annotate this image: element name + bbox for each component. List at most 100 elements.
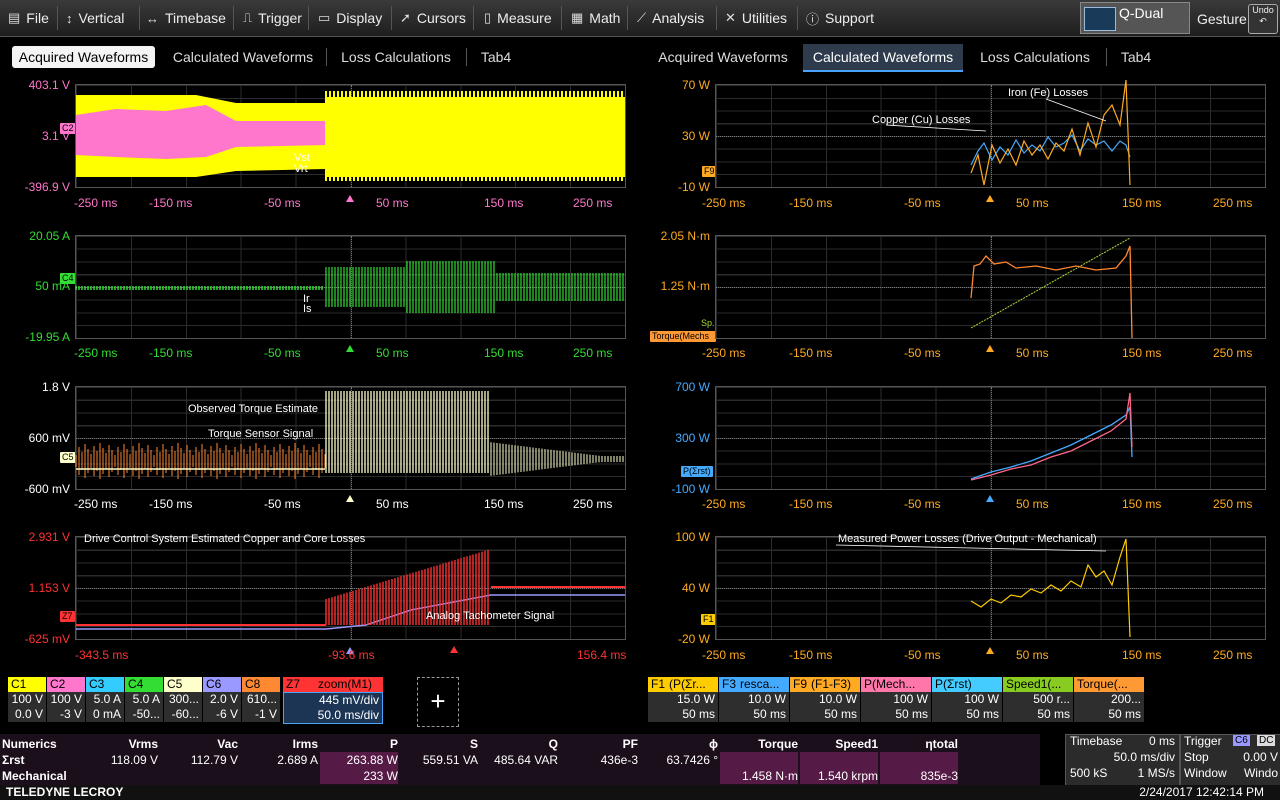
menu-timebase[interactable]: ↔ Timebase [146, 8, 226, 28]
x-tick-label: 250 ms [1213, 497, 1253, 511]
tab-calculated-waveforms-right[interactable]: Calculated Waveforms [803, 44, 963, 72]
channel-descriptor-z7[interactable]: Z7 zoom(M1) 445 mV/div 50.0 ms/div [283, 677, 383, 725]
math-descriptor-6[interactable]: Torque(... 200... 50 ms [1074, 677, 1144, 725]
y-label-bottom: -396.9 V [24, 180, 70, 194]
channel-badge-p-rst[interactable]: P(Σrst) [681, 466, 713, 477]
math-descriptor-0[interactable]: F1 (P(Σr... 15.0 W 50 ms [648, 677, 718, 725]
x-tick-label: 150 ms [484, 196, 524, 210]
numerics-cell: Irms [292, 737, 318, 751]
numerics-cell: 559.51 VA [422, 753, 478, 767]
x-tick-label: -150 ms [149, 346, 193, 360]
tab-loss-calculations-left[interactable]: Loss Calculations [334, 44, 458, 70]
channel-descriptor-c4[interactable]: C4 5.0 A -50... [125, 677, 163, 725]
channel-descriptor-c1[interactable]: C1 100 V 0.0 V [8, 677, 46, 725]
timebase-descriptor[interactable]: Timebase 0 ms 50.0 ms/div 500 kS 1 MS/s [1065, 734, 1180, 787]
gesture-button[interactable]: Gesture [1197, 11, 1247, 27]
math-timebase: 50 ms [682, 707, 715, 721]
channel-name: C3 [86, 677, 124, 692]
x-tick-label: 156.4 ms [577, 648, 627, 662]
math-descriptor-1[interactable]: F3 resca... 10.0 W 50 ms [719, 677, 789, 725]
display-icon: ▭ [318, 10, 331, 25]
math-descriptor-2[interactable]: F9 (F1-F3) 10.0 W 50 ms [790, 677, 860, 725]
trigger-descriptor[interactable]: Trigger C6 DC Stop 0.00 V Window Windo [1180, 734, 1280, 787]
waveform-grid-torque[interactable]: Observed Torque Estimate Torque Sensor S… [75, 386, 626, 490]
channel-descriptor-c3[interactable]: C3 5.0 A0 mA [86, 677, 124, 725]
x-tick-label: -150 ms [789, 346, 833, 360]
math-scale: 100 W [893, 692, 928, 706]
timebase-per-div: 50.0 ms/div [1113, 750, 1175, 764]
menu-file[interactable]: ▤ File [8, 8, 49, 28]
menu-utilities[interactable]: ✕ Utilities [725, 8, 787, 28]
menu-trigger[interactable]: ⎍ Trigger [243, 8, 302, 28]
tab-acquired-waveforms-left[interactable]: Acquired Waveforms [12, 46, 155, 68]
tab-loss-calculations-right[interactable]: Loss Calculations [972, 44, 1098, 70]
channel-offset: 0 mA [92, 707, 121, 721]
waveform-grid-losses[interactable]: Drive Control System Estimated Copper an… [75, 533, 626, 640]
numerics-cell: Mechanical [2, 769, 67, 783]
channel-title: zoom(M1) [318, 677, 373, 691]
math-title: (P(Σr... [669, 677, 706, 691]
math-values: 100 W 50 ms [932, 692, 1002, 722]
channel-descriptor-c8[interactable]: C8 610... -1 V [242, 677, 280, 725]
y-label-top: 2.05 N·m [660, 229, 710, 243]
channel-badge-c5[interactable]: C5 [60, 452, 76, 463]
trigger-marker [986, 195, 994, 202]
channel-descriptor-c2[interactable]: C2 100 V -3 V [47, 677, 85, 725]
x-tick-label: -50 ms [264, 196, 301, 210]
numerics-cell [160, 768, 238, 784]
x-tick-label: 50 ms [376, 196, 409, 210]
trigger-level: 0.00 V [1243, 750, 1278, 764]
menu-analysis[interactable]: ⟋ Analysis [637, 8, 704, 28]
math-descriptor-4[interactable]: P(Σrst) 100 W 50 ms [932, 677, 1002, 725]
numerics-cell: 2.689 A [277, 753, 318, 767]
x-tick-label: -250 ms [702, 648, 746, 662]
annotation-torque-sensor: Torque Sensor Signal [208, 428, 314, 440]
x-tick-label: -150 ms [149, 196, 193, 210]
waveform-grid-measured-losses[interactable]: Measured Power Losses (Drive Output - Me… [715, 533, 1266, 640]
y-label-top: 403.1 V [28, 78, 70, 92]
tab-4-left[interactable]: Tab4 [474, 44, 518, 70]
waveform-grid-fe-cu-losses[interactable]: Iron (Fe) Losses Copper (Cu) Losses [715, 79, 1266, 188]
y-label-mid: 300 W [675, 431, 710, 445]
channel-badge-c4[interactable]: C4 [60, 273, 76, 284]
divider [233, 6, 234, 30]
numerics-table[interactable]: Numerics Vrms Vac Irms P S Q PF ϕ Torque Speed1 ηto… [0, 734, 1040, 785]
math-label: P(Σrst) [935, 677, 972, 691]
channel-badge-z7[interactable]: Z7 [60, 611, 75, 622]
math-descriptor-3[interactable]: P(Mech... 100 W 50 ms [861, 677, 931, 725]
menu-measure[interactable]: ▯ Measure [484, 8, 552, 28]
channel-label: C4 [128, 677, 144, 691]
tab-calculated-waveforms-left[interactable]: Calculated Waveforms [168, 44, 318, 70]
channel-descriptor-c5[interactable]: C5 300... -60... [164, 677, 202, 725]
x-tick-label: -250 ms [702, 497, 746, 511]
x-tick-label: -250 ms [74, 497, 118, 511]
tab-acquired-waveforms-right[interactable]: Acquired Waveforms [652, 44, 794, 70]
y-label-top: 100 W [675, 530, 710, 544]
numerics-cell: 233 W [320, 768, 398, 784]
channel-badge-torque[interactable]: Torque(Mechs [650, 331, 716, 342]
math-descriptor-5[interactable]: Speed1(... 500 r... 50 ms [1003, 677, 1073, 725]
display-mode-button[interactable]: Q-Dual [1080, 2, 1190, 34]
waveform-grid-current[interactable]: Ir Is [75, 235, 626, 339]
menu-display[interactable]: ▭ Display [318, 8, 382, 28]
menu-support[interactable]: ⓘ Support [806, 8, 874, 28]
channel-descriptor-c6[interactable]: C6 2.0 V -6 V [203, 677, 241, 725]
menu-vertical[interactable]: ↕ Vertical [66, 8, 124, 28]
waveform-grid-voltage[interactable]: Vst Vrt [75, 84, 626, 188]
x-tick-label: -50 ms [904, 497, 941, 511]
menu-math[interactable]: ▦ Math [571, 8, 620, 28]
trigger-source-badge: C6 [1233, 735, 1250, 746]
waveform-grid-torque-speed[interactable]: Sp. [701, 235, 1266, 339]
undo-button[interactable]: Undo ↶ [1248, 4, 1278, 34]
channel-badge-c2[interactable]: C2 [60, 123, 76, 134]
math-title: resca... [740, 677, 780, 691]
menu-cursors[interactable]: ➚ Cursors [400, 8, 466, 28]
channel-offset: -60... [171, 707, 199, 721]
math-timebase: 50 ms [1037, 707, 1070, 721]
waveform-grid-power[interactable] [715, 386, 1266, 490]
channel-label: C5 [167, 677, 183, 691]
add-channel-button[interactable]: + [417, 677, 459, 727]
timebase-title: Timebase [1070, 734, 1123, 748]
tab-4-right[interactable]: Tab4 [1114, 44, 1158, 70]
channel-badge-f1[interactable]: F1 [701, 614, 716, 625]
